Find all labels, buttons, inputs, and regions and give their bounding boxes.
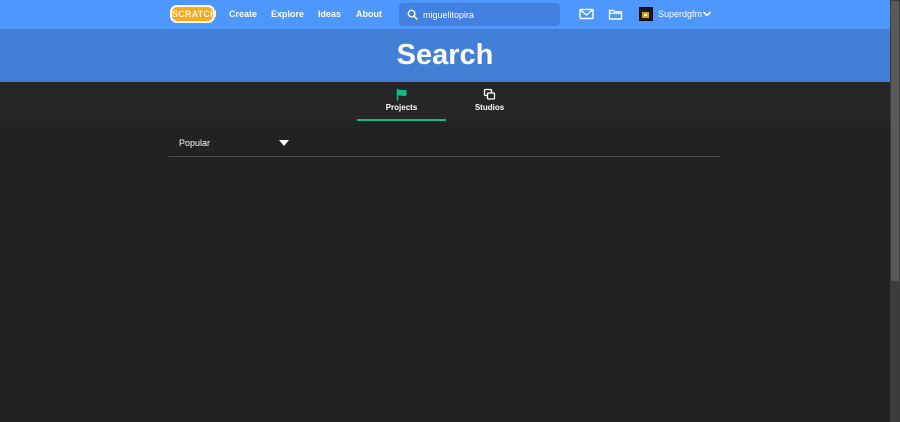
dropdown-caret-icon: [279, 140, 289, 146]
username[interactable]: Superdgfm: [658, 9, 702, 20]
search-icon: [407, 9, 418, 20]
page-title: Search: [396, 39, 494, 71]
nav-create-link[interactable]: Create: [229, 8, 257, 20]
tab-projects-label: Projects: [385, 103, 418, 112]
tab-studios[interactable]: Studios: [445, 82, 534, 121]
flag-icon: [396, 88, 407, 101]
chevron-down-icon[interactable]: [702, 10, 712, 18]
page-scrollbar[interactable]: [890, 0, 900, 422]
scrollbar-thumb[interactable]: [891, 1, 899, 281]
nav-ideas-link[interactable]: Ideas: [318, 8, 341, 20]
sort-selected-value: Popular: [179, 138, 211, 148]
search-tabs: Projects Studios: [0, 82, 890, 121]
search-box: [399, 3, 560, 26]
studio-icon: [483, 88, 496, 100]
scratch-logo[interactable]: SCRATCH: [170, 5, 217, 23]
avatar[interactable]: [639, 7, 653, 21]
search-input[interactable]: [421, 6, 557, 23]
top-navbar: SCRATCH Create Explore Ideas About migue…: [0, 0, 890, 29]
nav-about-link[interactable]: About: [356, 8, 382, 20]
envelope-icon[interactable]: [579, 7, 594, 21]
page: SCRATCH Create Explore Ideas About migue…: [0, 0, 900, 422]
tab-projects[interactable]: Projects: [357, 82, 446, 121]
nav-explore-link[interactable]: Explore: [271, 8, 304, 20]
search-banner: Search: [0, 29, 890, 82]
folder-icon[interactable]: [608, 7, 623, 21]
sort-row: Popular: [169, 130, 720, 157]
avatar-image-icon: [640, 9, 652, 20]
sort-dropdown[interactable]: Popular: [169, 130, 294, 156]
tab-studios-label: Studios: [474, 103, 505, 112]
